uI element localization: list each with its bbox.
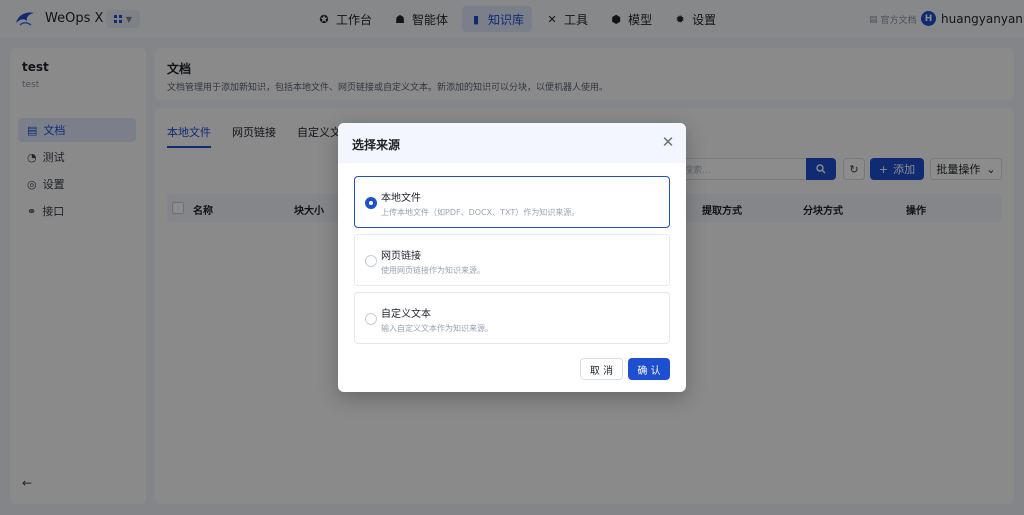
option-title: 自定义文本	[381, 309, 431, 320]
radio-button[interactable]	[365, 255, 377, 267]
select-source-modal: 选择来源 ✕ 本地文件 上传本地文件（如PDF、DOCX、TXT）作为知识来源。…	[338, 123, 686, 392]
option-title: 本地文件	[381, 193, 421, 204]
source-option-custom-text[interactable]: 自定义文本 输入自定义文本作为知识来源。	[354, 292, 670, 344]
confirm-button[interactable]: 确 认	[628, 358, 670, 380]
modal-header: 选择来源 ✕	[338, 123, 686, 163]
radio-button[interactable]	[365, 197, 377, 209]
option-description: 上传本地文件（如PDF、DOCX、TXT）作为知识来源。	[381, 208, 580, 217]
source-option-local-file[interactable]: 本地文件 上传本地文件（如PDF、DOCX、TXT）作为知识来源。	[354, 176, 670, 228]
radio-button[interactable]	[365, 313, 377, 325]
cancel-button[interactable]: 取 消	[580, 358, 623, 380]
option-description: 输入自定义文本作为知识来源。	[381, 324, 493, 333]
source-option-web-link[interactable]: 网页链接 使用网页链接作为知识来源。	[354, 234, 670, 286]
option-title: 网页链接	[381, 251, 421, 262]
option-description: 使用网页链接作为知识来源。	[381, 266, 485, 275]
modal-title: 选择来源	[352, 138, 401, 152]
close-icon[interactable]: ✕	[660, 134, 676, 150]
